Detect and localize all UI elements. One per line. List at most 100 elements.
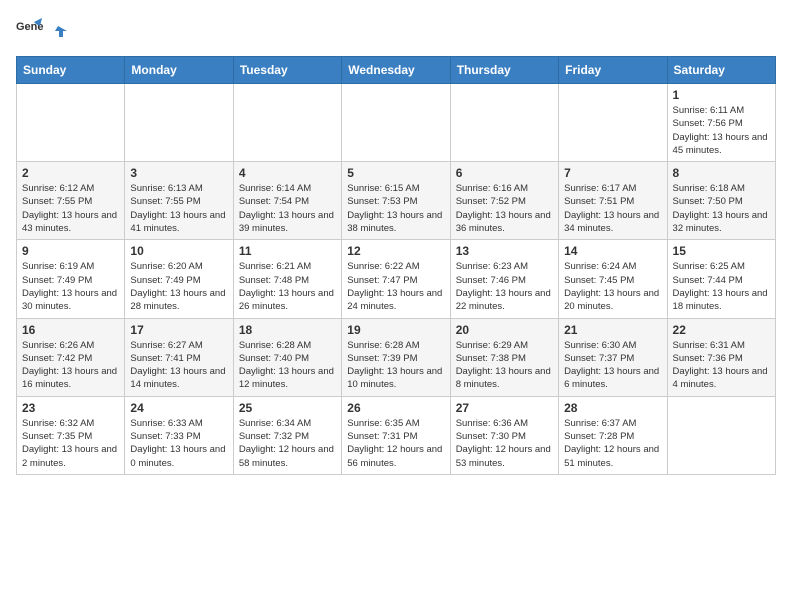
- calendar-cell: 19 Sunrise: 6:28 AMSunset: 7:39 PMDayligh…: [342, 318, 450, 396]
- day-info: Sunrise: 6:29 AMSunset: 7:38 PMDaylight:…: [456, 339, 553, 392]
- day-number: 3: [130, 166, 227, 180]
- calendar-cell: [667, 396, 775, 474]
- day-number: 20: [456, 323, 553, 337]
- day-info: Sunrise: 6:28 AMSunset: 7:39 PMDaylight:…: [347, 339, 444, 392]
- day-number: 17: [130, 323, 227, 337]
- day-number: 15: [673, 244, 770, 258]
- day-info: Sunrise: 6:16 AMSunset: 7:52 PMDaylight:…: [456, 182, 553, 235]
- calendar-cell: 28 Sunrise: 6:37 AMSunset: 7:28 PMDayligh…: [559, 396, 667, 474]
- calendar-cell: 22 Sunrise: 6:31 AMSunset: 7:36 PMDayligh…: [667, 318, 775, 396]
- calendar-cell: 7 Sunrise: 6:17 AMSunset: 7:51 PMDaylight…: [559, 162, 667, 240]
- day-number: 23: [22, 401, 119, 415]
- day-number: 14: [564, 244, 661, 258]
- day-info: Sunrise: 6:19 AMSunset: 7:49 PMDaylight:…: [22, 260, 119, 313]
- day-number: 11: [239, 244, 336, 258]
- calendar-cell: 14Sunrise: 6:24 AMSunset: 7:45 PMDayligh…: [559, 240, 667, 318]
- day-info: Sunrise: 6:17 AMSunset: 7:51 PMDaylight:…: [564, 182, 661, 235]
- calendar-week-row: 2 Sunrise: 6:12 AMSunset: 7:55 PMDaylight…: [17, 162, 776, 240]
- day-number: 27: [456, 401, 553, 415]
- calendar-cell: 24 Sunrise: 6:33 AMSunset: 7:33 PMDayligh…: [125, 396, 233, 474]
- day-info: Sunrise: 6:25 AMSunset: 7:44 PMDaylight:…: [673, 260, 770, 313]
- calendar-cell: 17 Sunrise: 6:27 AMSunset: 7:41 PMDayligh…: [125, 318, 233, 396]
- calendar-week-row: 16 Sunrise: 6:26 AMSunset: 7:42 PMDayligh…: [17, 318, 776, 396]
- calendar-cell: 13 Sunrise: 6:23 AMSunset: 7:46 PMDayligh…: [450, 240, 558, 318]
- day-number: 13: [456, 244, 553, 258]
- day-number: 25: [239, 401, 336, 415]
- calendar-cell: 9Sunrise: 6:19 AMSunset: 7:49 PMDaylight…: [17, 240, 125, 318]
- day-number: 5: [347, 166, 444, 180]
- day-info: Sunrise: 6:27 AMSunset: 7:41 PMDaylight:…: [130, 339, 227, 392]
- day-number: 2: [22, 166, 119, 180]
- weekday-header-sunday: Sunday: [17, 57, 125, 84]
- calendar-week-row: 23 Sunrise: 6:32 AMSunset: 7:35 PMDayligh…: [17, 396, 776, 474]
- weekday-header-wednesday: Wednesday: [342, 57, 450, 84]
- calendar-cell: 1 Sunrise: 6:11 AMSunset: 7:56 PMDaylight…: [667, 84, 775, 162]
- weekday-header-thursday: Thursday: [450, 57, 558, 84]
- logo-icon: General: [16, 16, 44, 44]
- calendar-table: SundayMondayTuesdayWednesdayThursdayFrid…: [16, 56, 776, 475]
- day-number: 12: [347, 244, 444, 258]
- day-number: 6: [456, 166, 553, 180]
- day-number: 24: [130, 401, 227, 415]
- calendar-cell: 3 Sunrise: 6:13 AMSunset: 7:55 PMDaylight…: [125, 162, 233, 240]
- day-number: 1: [673, 88, 770, 102]
- calendar-cell: [125, 84, 233, 162]
- calendar-cell: [233, 84, 341, 162]
- day-info: Sunrise: 6:28 AMSunset: 7:40 PMDaylight:…: [239, 339, 336, 392]
- calendar-cell: [559, 84, 667, 162]
- weekday-header-tuesday: Tuesday: [233, 57, 341, 84]
- calendar-week-row: 9Sunrise: 6:19 AMSunset: 7:49 PMDaylight…: [17, 240, 776, 318]
- calendar-cell: [450, 84, 558, 162]
- day-info: Sunrise: 6:23 AMSunset: 7:46 PMDaylight:…: [456, 260, 553, 313]
- calendar-cell: 20 Sunrise: 6:29 AMSunset: 7:38 PMDayligh…: [450, 318, 558, 396]
- calendar-cell: 2 Sunrise: 6:12 AMSunset: 7:55 PMDaylight…: [17, 162, 125, 240]
- day-number: 10: [130, 244, 227, 258]
- calendar-cell: 25 Sunrise: 6:34 AMSunset: 7:32 PMDayligh…: [233, 396, 341, 474]
- calendar-cell: 26 Sunrise: 6:35 AMSunset: 7:31 PMDayligh…: [342, 396, 450, 474]
- day-info: Sunrise: 6:12 AMSunset: 7:55 PMDaylight:…: [22, 182, 119, 235]
- day-info: Sunrise: 6:20 AMSunset: 7:49 PMDaylight:…: [130, 260, 227, 313]
- day-number: 16: [22, 323, 119, 337]
- day-number: 19: [347, 323, 444, 337]
- weekday-header-saturday: Saturday: [667, 57, 775, 84]
- calendar-cell: 5 Sunrise: 6:15 AMSunset: 7:53 PMDaylight…: [342, 162, 450, 240]
- day-info: Sunrise: 6:32 AMSunset: 7:35 PMDaylight:…: [22, 417, 119, 470]
- day-number: 8: [673, 166, 770, 180]
- calendar-cell: 27 Sunrise: 6:36 AMSunset: 7:30 PMDayligh…: [450, 396, 558, 474]
- day-info: Sunrise: 6:35 AMSunset: 7:31 PMDaylight:…: [347, 417, 444, 470]
- day-number: 28: [564, 401, 661, 415]
- calendar-cell: 12Sunrise: 6:22 AMSunset: 7:47 PMDayligh…: [342, 240, 450, 318]
- day-info: Sunrise: 6:34 AMSunset: 7:32 PMDaylight:…: [239, 417, 336, 470]
- weekday-header-monday: Monday: [125, 57, 233, 84]
- day-info: Sunrise: 6:31 AMSunset: 7:36 PMDaylight:…: [673, 339, 770, 392]
- calendar-cell: 4Sunrise: 6:14 AMSunset: 7:54 PMDaylight…: [233, 162, 341, 240]
- day-info: Sunrise: 6:33 AMSunset: 7:33 PMDaylight:…: [130, 417, 227, 470]
- day-number: 21: [564, 323, 661, 337]
- day-info: Sunrise: 6:15 AMSunset: 7:53 PMDaylight:…: [347, 182, 444, 235]
- day-info: Sunrise: 6:18 AMSunset: 7:50 PMDaylight:…: [673, 182, 770, 235]
- day-number: 22: [673, 323, 770, 337]
- calendar-cell: 18Sunrise: 6:28 AMSunset: 7:40 PMDayligh…: [233, 318, 341, 396]
- weekday-header-row: SundayMondayTuesdayWednesdayThursdayFrid…: [17, 57, 776, 84]
- day-info: Sunrise: 6:11 AMSunset: 7:56 PMDaylight:…: [673, 104, 770, 157]
- day-number: 4: [239, 166, 336, 180]
- logo: General: [16, 16, 68, 44]
- day-number: 7: [564, 166, 661, 180]
- calendar-cell: 16 Sunrise: 6:26 AMSunset: 7:42 PMDayligh…: [17, 318, 125, 396]
- calendar-cell: 8 Sunrise: 6:18 AMSunset: 7:50 PMDaylight…: [667, 162, 775, 240]
- day-info: Sunrise: 6:26 AMSunset: 7:42 PMDaylight:…: [22, 339, 119, 392]
- day-number: 26: [347, 401, 444, 415]
- calendar-cell: 11Sunrise: 6:21 AMSunset: 7:48 PMDayligh…: [233, 240, 341, 318]
- calendar-cell: 10 Sunrise: 6:20 AMSunset: 7:49 PMDayligh…: [125, 240, 233, 318]
- calendar-cell: 6 Sunrise: 6:16 AMSunset: 7:52 PMDaylight…: [450, 162, 558, 240]
- logo-bird-icon: [49, 23, 67, 41]
- day-info: Sunrise: 6:37 AMSunset: 7:28 PMDaylight:…: [564, 417, 661, 470]
- calendar-cell: 23 Sunrise: 6:32 AMSunset: 7:35 PMDayligh…: [17, 396, 125, 474]
- calendar-cell: [342, 84, 450, 162]
- day-info: Sunrise: 6:13 AMSunset: 7:55 PMDaylight:…: [130, 182, 227, 235]
- calendar-week-row: 1 Sunrise: 6:11 AMSunset: 7:56 PMDaylight…: [17, 84, 776, 162]
- day-info: Sunrise: 6:36 AMSunset: 7:30 PMDaylight:…: [456, 417, 553, 470]
- day-info: Sunrise: 6:30 AMSunset: 7:37 PMDaylight:…: [564, 339, 661, 392]
- header: General: [16, 16, 776, 44]
- calendar-cell: 21 Sunrise: 6:30 AMSunset: 7:37 PMDayligh…: [559, 318, 667, 396]
